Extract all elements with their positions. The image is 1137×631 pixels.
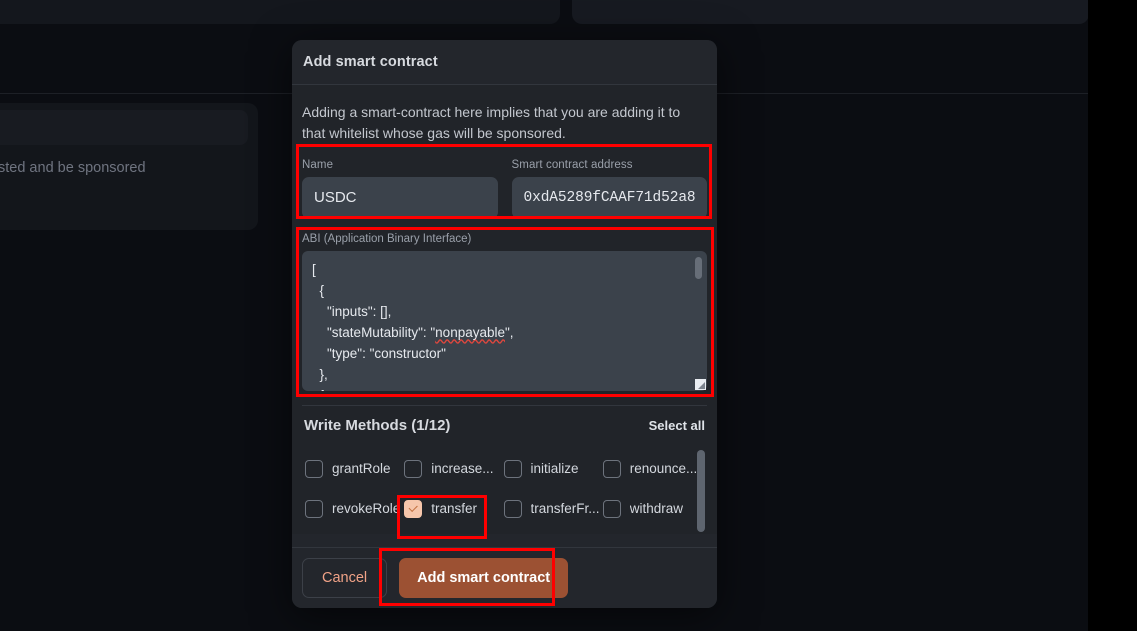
checkbox-renounce[interactable]	[603, 460, 621, 478]
abi-scrollbar[interactable]	[696, 253, 705, 389]
add-smart-contract-button[interactable]: Add smart contract	[399, 558, 568, 598]
abi-field-group: ABI (Application Binary Interface) [ { "…	[302, 233, 707, 391]
method-item-approve[interactable]: approve	[302, 438, 401, 444]
dialog-header: Add smart contract	[292, 40, 717, 85]
dialog-footer: Cancel Add smart contract	[292, 547, 717, 608]
method-label: revokeRole	[332, 501, 400, 516]
background-left-panel-row	[0, 188, 258, 230]
abi-scrollbar-thumb[interactable]	[695, 257, 702, 279]
select-all-button[interactable]: Select all	[649, 418, 705, 433]
method-label: transferFr...	[531, 501, 600, 516]
method-item-revokerole[interactable]: revokeRole	[302, 494, 401, 524]
method-item-withdraw[interactable]: withdraw	[600, 494, 699, 524]
method-label: initialize	[531, 461, 579, 476]
write-methods-scroll-area[interactable]: approve decrease... deposit execute... g…	[302, 438, 707, 534]
method-label: transfer	[431, 501, 477, 516]
write-methods-header: Write Methods (1/12) Select all	[302, 406, 707, 438]
method-item-deposit[interactable]: deposit	[501, 438, 600, 444]
name-field-group: Name	[302, 159, 498, 219]
abi-line-1: [	[312, 262, 316, 277]
abi-textarea-wrapper: [ { "inputs": [], "stateMutability": "no…	[302, 251, 707, 391]
checkbox-grantrole[interactable]	[305, 460, 323, 478]
method-item-grantrole[interactable]: grantRole	[302, 454, 401, 484]
checkbox-revokerole[interactable]	[305, 500, 323, 518]
smart-contract-address-input[interactable]	[512, 177, 708, 219]
abi-line-6: },	[312, 367, 328, 382]
abi-line-4-misspelled-word: nonpayable	[435, 325, 505, 340]
method-item-decrease[interactable]: decrease...	[401, 438, 500, 444]
checkbox-transfer[interactable]	[404, 500, 422, 518]
method-item-execute[interactable]: execute...	[600, 438, 699, 444]
method-item-transfer[interactable]: transfer	[401, 494, 500, 524]
address-field-label: Smart contract address	[512, 159, 708, 171]
method-item-transferfrom[interactable]: transferFr...	[501, 494, 600, 524]
method-label: increase...	[431, 461, 493, 476]
write-methods-title: Write Methods (1/12)	[304, 417, 450, 434]
name-input[interactable]	[302, 177, 498, 219]
write-methods-scrollbar-thumb[interactable]	[697, 450, 705, 532]
abi-line-4-prefix: "stateMutability": "	[312, 325, 435, 340]
name-field-label: Name	[302, 159, 498, 171]
method-label: withdraw	[630, 501, 683, 516]
method-item-increase[interactable]: increase...	[401, 454, 500, 484]
background-right-strip	[1088, 0, 1137, 631]
checkbox-transferfrom[interactable]	[504, 500, 522, 518]
method-item-renounce[interactable]: renounce...	[600, 454, 699, 484]
background-left-panel-search	[0, 110, 248, 145]
abi-line-4-suffix: ",	[505, 325, 514, 340]
background-top-card-middle: Polygon Mumbai Testnet	[572, 0, 1089, 24]
abi-resize-handle[interactable]	[695, 379, 706, 390]
contract-fields-row: Name Smart contract address	[302, 159, 707, 219]
method-label: grantRole	[332, 461, 391, 476]
background-left-panel-text: sted and be sponsored	[0, 160, 146, 176]
method-item-initialize[interactable]: initialize	[501, 454, 600, 484]
address-field-group: Smart contract address	[512, 159, 708, 219]
write-methods-grid: approve decrease... deposit execute... g…	[302, 438, 699, 524]
background-top-card-left	[0, 0, 560, 24]
abi-line-5: "type": "constructor"	[312, 346, 446, 361]
dialog-body: Adding a smart-contract here implies tha…	[292, 85, 717, 534]
abi-line-3: "inputs": [],	[312, 304, 391, 319]
abi-field-label: ABI (Application Binary Interface)	[302, 233, 707, 245]
abi-textarea[interactable]: [ { "inputs": [], "stateMutability": "no…	[302, 251, 707, 391]
cancel-button[interactable]: Cancel	[302, 558, 387, 598]
checkbox-initialize[interactable]	[504, 460, 522, 478]
checkbox-increase[interactable]	[404, 460, 422, 478]
add-smart-contract-dialog: Add smart contract Adding a smart-contra…	[292, 40, 717, 608]
dialog-title: Add smart contract	[303, 54, 438, 70]
abi-line-2: {	[312, 283, 324, 298]
abi-line-7: {	[312, 388, 324, 391]
method-label: renounce...	[630, 461, 698, 476]
checkbox-withdraw[interactable]	[603, 500, 621, 518]
dialog-description: Adding a smart-contract here implies tha…	[302, 102, 707, 145]
